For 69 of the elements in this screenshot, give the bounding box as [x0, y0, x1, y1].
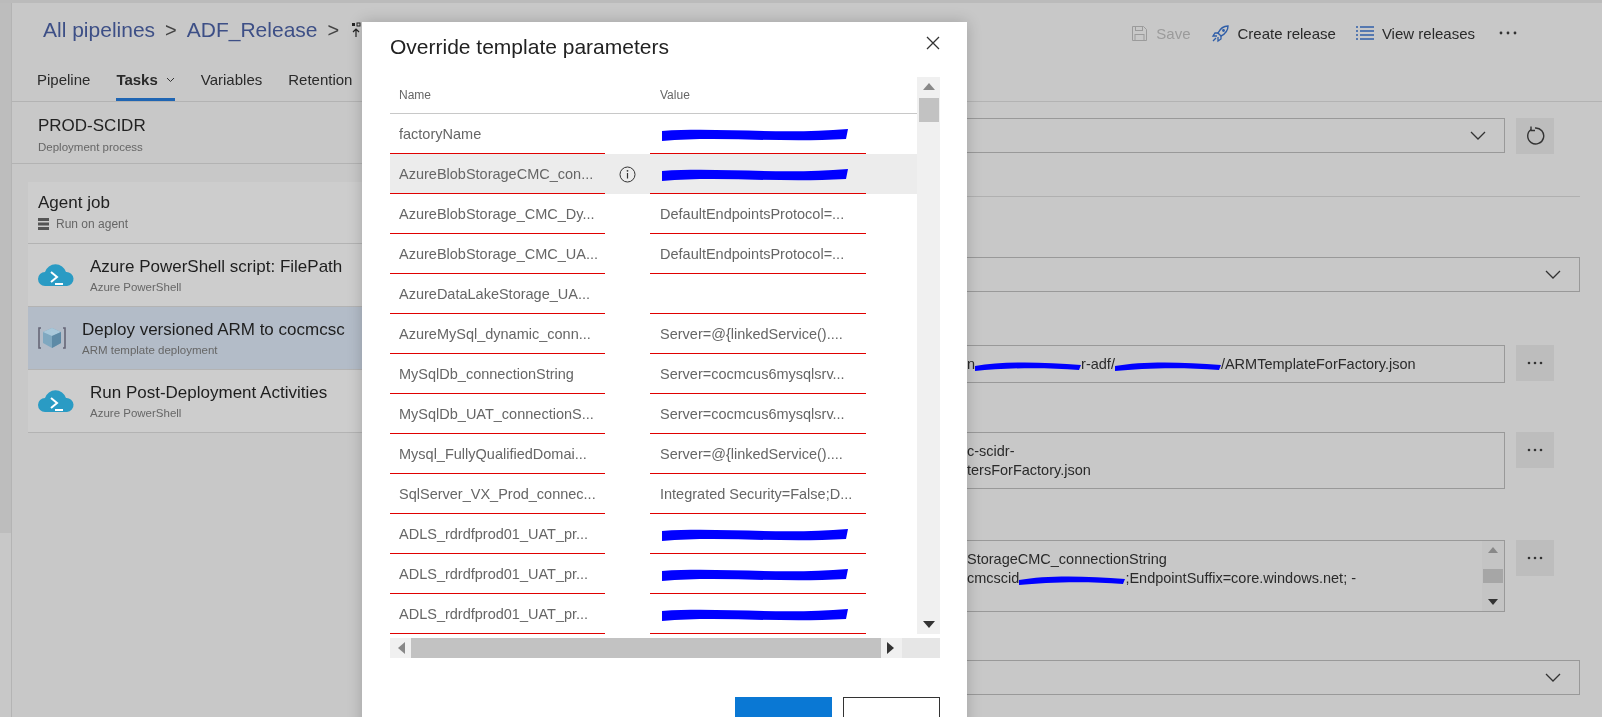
table-cell: ADLS_rdrdfprod01_UAT_pr...: [390, 554, 605, 594]
field-text: ;EndpointSuffix=core.windows.net; -: [1125, 569, 1357, 588]
table-row[interactable]: SqlServer_VX_Prod_connec... Integrated Security=False;D...: [390, 474, 917, 514]
field-text: /ARMTemplateForFactory.json: [1220, 355, 1416, 374]
task-item[interactable]: Azure PowerShell script: FilePath Azure PowerShell: [28, 244, 362, 307]
table-row[interactable]: AzureMySql_dynamic_conn... Server=@{linkedService()....: [390, 314, 917, 354]
table-cell: AzureBlobStorage_CMC_UA...: [390, 234, 605, 274]
table-cell: Server=@{linkedService()....: [650, 434, 866, 474]
task-title: Deploy versioned ARM to cocmcsc: [82, 320, 345, 340]
table-cell: Server=@{linkedService()....: [650, 314, 866, 354]
tab[interactable]: Variables: [200, 57, 263, 101]
table-row[interactable]: MySqlDb_UAT_connectionS... Server=cocmcus6mysqlsrv...: [390, 394, 917, 434]
table-cell: Server=cocmcus6mysqlsrv...: [650, 354, 866, 394]
tab[interactable]: Retention: [288, 57, 353, 101]
task-item[interactable]: Run Post-Deployment Activities Azure PowerShell: [28, 370, 362, 433]
table-cell: Integrated Security=False;D...: [650, 474, 866, 514]
table-row[interactable]: AzureDataLakeStorage_UA...: [390, 274, 917, 314]
task-subtitle: ARM template deployment: [82, 344, 219, 356]
table-row[interactable]: ADLS_rdrdfprod01_UAT_pr...: [390, 594, 917, 634]
field-text: StorageCMC_connectionString: [967, 550, 1167, 569]
table-row[interactable]: AzureBlobStorageCMC_con...: [390, 154, 917, 194]
text-field[interactable]: n r-adf/ /ARMTemplateForFactory.json: [967, 345, 1505, 383]
table-cell: ADLS_rdrdfprod01_UAT_pr...: [390, 594, 605, 634]
task-subtitle: Azure PowerShell: [90, 407, 183, 419]
stage-title: PROD-SCIDR: [38, 116, 147, 136]
table-row[interactable]: ADLS_rdrdfprod01_UAT_pr...: [390, 554, 917, 594]
task-subtitle: Azure PowerShell: [90, 281, 183, 293]
field-text: tersForFactory.json: [967, 461, 1091, 480]
column-header: Value: [659, 88, 691, 102]
toolbar-button[interactable]: View releases: [1355, 24, 1475, 42]
table-cell: SqlServer_VX_Prod_connec...: [390, 474, 605, 514]
table-row[interactable]: AzureBlobStorage_CMC_Dy... DefaultEndpointsProtocol=...: [390, 194, 917, 234]
breadcrumb-link[interactable]: ADF_Release: [186, 18, 318, 42]
table-cell: Server=cocmcus6mysqlsrv...: [650, 394, 866, 434]
table-cell: DefaultEndpointsProtocol=...: [650, 234, 866, 274]
column-header: Name: [398, 88, 432, 102]
stage-subtitle: Deployment process: [38, 141, 144, 153]
table-cell: ADLS_rdrdfprod01_UAT_pr...: [390, 514, 605, 554]
table-cell: Mysql_FullyQualifiedDomai...: [390, 434, 605, 474]
table-cell: MySqlDb_UAT_connectionS...: [390, 394, 605, 434]
table-cell: DefaultEndpointsProtocol=...: [650, 194, 866, 234]
table-row[interactable]: Mysql_FullyQualifiedDomai... Server=@{linkedService()....: [390, 434, 917, 474]
field-text: n: [967, 355, 976, 374]
table-cell: AzureMySql_dynamic_conn...: [390, 314, 605, 354]
table-cell: AzureDataLakeStorage_UA...: [390, 274, 605, 314]
job-title: Agent job: [38, 193, 111, 213]
dialog-title: Override template parameters: [390, 35, 669, 59]
field-text: c-scidr-: [967, 442, 1015, 461]
toolbar-button[interactable]: Create release: [1210, 23, 1336, 43]
job-subtitle: Run on agent: [56, 217, 129, 231]
field-text: r-adf/: [1081, 355, 1115, 374]
text-field[interactable]: c-scidr- tersForFactory.json: [967, 432, 1505, 489]
breadcrumb-link[interactable]: All pipelines: [43, 18, 156, 42]
table-cell: AzureBlobStorageCMC_con...: [390, 154, 605, 194]
table-cell: MySqlDb_connectionString: [390, 354, 605, 394]
text-field[interactable]: StorageCMC_connectionString cmcscid ;EndpointSuffix=core.windows.net; -: [967, 540, 1505, 612]
table-cell: AzureBlobStorage_CMC_Dy...: [390, 194, 605, 234]
breadcrumb-separator: >: [327, 18, 340, 42]
table-row[interactable]: MySqlDb_connectionString Server=cocmcus6mysqlsrv...: [390, 354, 917, 394]
field-text: cmcscid: [967, 569, 1020, 588]
task-title: Run Post-Deployment Activities: [90, 383, 328, 403]
breadcrumb-separator: >: [165, 18, 177, 42]
tab[interactable]: Pipeline: [37, 57, 91, 101]
agent-job-card[interactable]: Agent job Run on agent: [28, 182, 362, 244]
tab[interactable]: Tasks: [116, 57, 175, 101]
task-title: Azure PowerShell script: FilePath: [90, 257, 343, 277]
table-row[interactable]: ADLS_rdrdfprod01_UAT_pr...: [390, 514, 917, 554]
task-item[interactable]: Deploy versioned ARM to cocmcsc ARM template deployment: [28, 307, 362, 370]
table-row[interactable]: AzureBlobStorage_CMC_UA... DefaultEndpointsProtocol=...: [390, 234, 917, 274]
